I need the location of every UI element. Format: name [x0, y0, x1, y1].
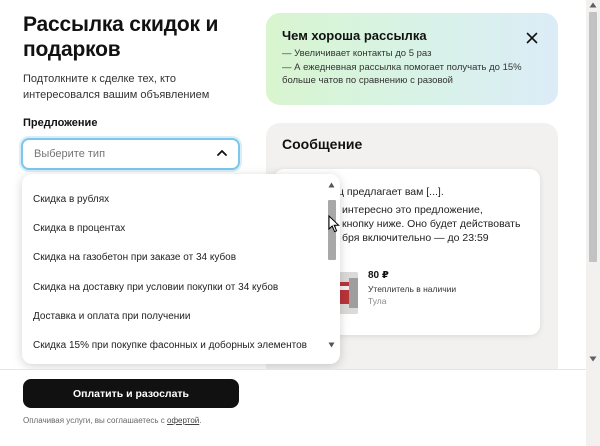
close-icon[interactable] — [526, 32, 538, 44]
benefit-item: больше чатов по сравнению с разовой — [282, 75, 453, 86]
scroll-down-arrow-icon[interactable] — [328, 342, 335, 348]
offer-type-placeholder: Выберите тип — [34, 148, 106, 160]
dropdown-option[interactable]: Скидка в рублях — [33, 194, 109, 205]
message-line: ц предлагает вам [...]. — [338, 186, 444, 198]
message-line: кнопку ниже. Оно будет действовать — [342, 218, 521, 230]
legal-end: . — [199, 416, 202, 425]
dropdown-option[interactable]: Скидка 15% при покупке фасонных и доборн… — [33, 340, 307, 351]
scroll-up-arrow-icon[interactable] — [328, 182, 335, 188]
offer-link[interactable]: офертой — [167, 416, 199, 425]
product-price: 80 ₽ — [368, 270, 389, 281]
chevron-up-icon — [217, 150, 227, 156]
offer-type-dropdown: Скидка в рублях Скидка в процентах Скидк… — [22, 174, 340, 364]
pay-and-send-button[interactable]: Оплатить и разослать — [23, 379, 239, 408]
benefit-item: — А ежедневная рассылка помогает получат… — [282, 62, 522, 73]
legal-notice: Оплачивая услуги, вы соглашаетесь с офер… — [23, 416, 202, 425]
mouse-pointer-icon — [328, 215, 340, 233]
product-city: Тула — [368, 296, 387, 306]
page-subtitle: Подтолкните к сделке тех, кто интересова… — [23, 73, 210, 101]
page-scroll-down-icon[interactable] — [589, 356, 597, 362]
message-title: Сообщение — [282, 136, 363, 152]
offer-type-select[interactable]: Выберите тип — [21, 138, 240, 170]
benefit-item: — Увеличивает контакты до 5 раз — [282, 48, 432, 59]
page-title: Рассылка скидок и подарков — [23, 13, 219, 61]
legal-text: Оплачивая услуги, вы соглашаетесь с — [23, 416, 168, 425]
message-line: интересно это предложение, — [342, 204, 483, 216]
benefits-banner: Чем хороша рассылка — Увеличивает контак… — [266, 13, 558, 105]
dropdown-option[interactable]: Скидка на доставку при условии покупки о… — [33, 282, 278, 293]
product-name: Утеплитель в наличии — [368, 284, 457, 294]
dropdown-option[interactable]: Скидка на газобетон при заказе от 34 куб… — [33, 252, 236, 263]
modal-footer: Оплатить и разослать Оплачивая услуги, в… — [0, 369, 586, 446]
discount-mailing-modal: Рассылка скидок и подарков Подтолкните к… — [0, 0, 586, 446]
benefits-title: Чем хороша рассылка — [282, 28, 427, 43]
offer-label: Предложение — [23, 117, 98, 129]
page-scroll-up-icon[interactable] — [589, 2, 597, 8]
dropdown-option[interactable]: Скидка в процентах — [33, 223, 125, 234]
message-line: бря включительно — до 23:59 — [342, 232, 489, 244]
page-scroll-thumb[interactable] — [589, 12, 597, 262]
dropdown-option[interactable]: Доставка и оплата при получении — [33, 311, 190, 322]
